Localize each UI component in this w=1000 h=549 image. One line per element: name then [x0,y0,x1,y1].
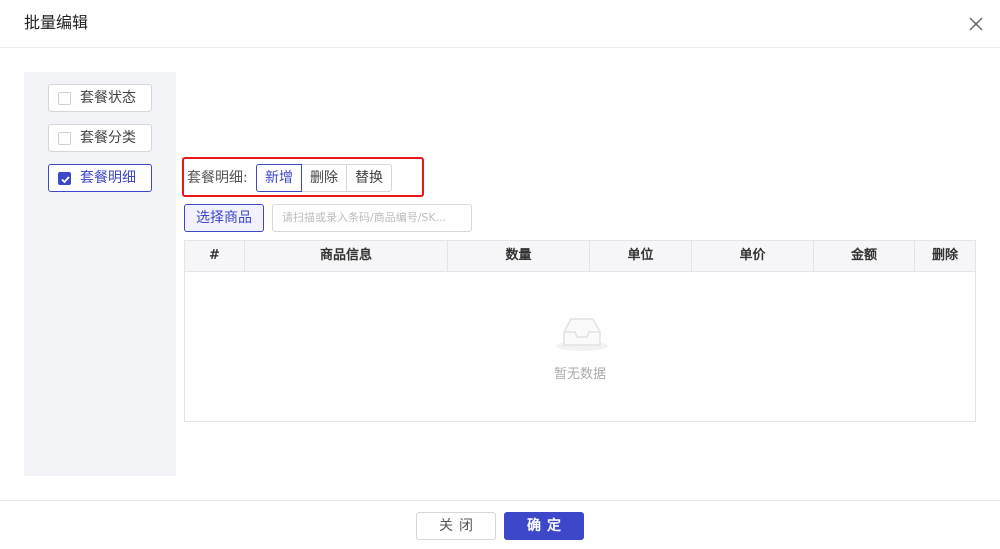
close-icon[interactable] [965,13,987,35]
empty-inbox-icon [554,312,610,356]
goods-table: # 商品信息 数量 单位 单价 金额 删除 暂无数据 [184,240,976,422]
col-amount: 金额 [814,241,915,271]
col-goods-info: 商品信息 [245,241,448,271]
scan-input[interactable]: 请扫描或录入条码/商品编号/SK... [272,204,472,232]
close-button[interactable]: 关闭 [416,512,496,540]
col-delete: 删除 [931,248,958,263]
detail-label: 套餐明细: [187,170,248,186]
mode-replace-button[interactable]: 替换 [346,164,392,192]
option-label: 套餐明细 [80,170,136,186]
sidebar: 套餐状态 套餐分类 套餐明细 [24,72,176,476]
col-quantity: 数量 [448,241,590,271]
option-package-detail[interactable]: 套餐明细 [48,164,152,192]
dialog-footer: 关闭 确定 [0,500,1000,549]
batch-edit-dialog: 批量编辑 套餐状态 套餐分类 套餐明细 套餐明细: 新增 删除 替换 选择商品 … [0,0,1000,549]
confirm-button[interactable]: 确定 [504,512,584,540]
col-unit-price: 单价 [692,241,814,271]
option-package-status[interactable]: 套餐状态 [48,84,152,112]
mode-add-button[interactable]: 新增 [256,164,302,192]
option-package-category[interactable]: 套餐分类 [48,124,152,152]
col-unit: 单位 [590,241,692,271]
dialog-header: 批量编辑 [0,0,1000,48]
checkbox[interactable] [58,132,71,145]
checkbox[interactable] [58,92,71,105]
mode-delete-button[interactable]: 删除 [301,164,347,192]
option-label: 套餐分类 [80,130,136,146]
table-header: # 商品信息 数量 单位 单价 金额 删除 [185,241,975,272]
dialog-title: 批量编辑 [24,13,89,32]
option-label: 套餐状态 [80,90,136,106]
select-goods-button[interactable]: 选择商品 [184,204,264,232]
detail-mode-group: 新增 删除 替换 [256,164,392,192]
col-index: # [185,241,245,271]
checkmark-icon[interactable] [58,172,71,185]
empty-text: 暂无数据 [553,367,606,382]
